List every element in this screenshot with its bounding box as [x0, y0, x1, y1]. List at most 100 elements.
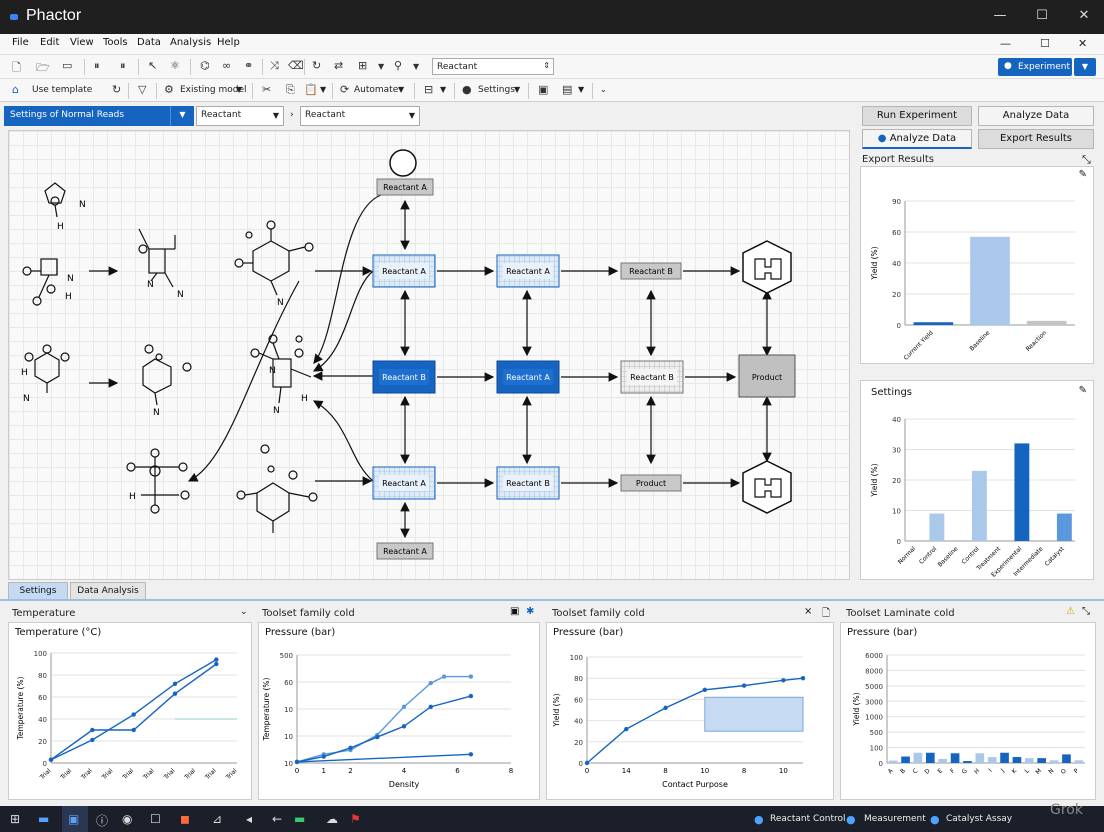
- chevron-down-icon[interactable]: ▼: [236, 85, 242, 94]
- experiment-button[interactable]: ● Experiment: [998, 58, 1072, 76]
- automate-icon[interactable]: ⟳: [340, 83, 349, 96]
- info-icon[interactable]: ⓘ: [96, 812, 108, 829]
- molecule-3[interactable]: [138, 228, 176, 288]
- start-icon[interactable]: ⊞: [10, 812, 20, 826]
- chain-tool-icon[interactable]: ⚭: [244, 59, 253, 72]
- settings-label[interactable]: Settings: [478, 85, 515, 95]
- export-results-button[interactable]: Export Results: [978, 129, 1094, 149]
- flip-icon[interactable]: ⇄: [334, 59, 343, 72]
- arrow-left-icon[interactable]: ←: [272, 812, 282, 826]
- menu-tools[interactable]: Tools: [103, 37, 128, 48]
- molecule-2[interactable]: [22, 258, 58, 306]
- link-tool-icon[interactable]: ∞: [222, 59, 231, 72]
- chevron-down-icon[interactable]: ▼: [514, 85, 520, 94]
- chevron-down-icon[interactable]: ⌄: [600, 85, 607, 94]
- taskbar-item-3[interactable]: Catalyst Assay: [946, 814, 1012, 824]
- doc-close-icon[interactable]: ✕: [1078, 37, 1087, 50]
- edit-icon[interactable]: ✎: [1079, 169, 1087, 180]
- menu-file[interactable]: File: [12, 37, 29, 48]
- analyze-data-button[interactable]: Analyze Data: [978, 106, 1094, 126]
- tab-settings[interactable]: Settings: [8, 582, 68, 599]
- collapse-icon[interactable]: ⤡: [1082, 606, 1090, 617]
- cut-icon[interactable]: ✂: [262, 83, 271, 96]
- settings-gear-icon[interactable]: ⚙: [164, 83, 174, 96]
- pause-icon[interactable]: ⏸: [94, 59, 100, 73]
- reactant-type-select[interactable]: Reactant ▼: [300, 106, 420, 126]
- media-icon[interactable]: ◼: [180, 812, 190, 826]
- chevron-down-icon[interactable]: ▼: [578, 85, 584, 94]
- open-file-icon[interactable]: 🗁: [36, 59, 50, 78]
- molecule-4[interactable]: [24, 344, 70, 393]
- eraser-icon[interactable]: ⌫: [288, 59, 304, 72]
- close-icon[interactable]: ✕: [1074, 8, 1094, 26]
- doc-minimize-icon[interactable]: —: [1000, 37, 1011, 50]
- molecule-9[interactable]: [236, 444, 318, 533]
- pin-icon[interactable]: ⚲: [394, 59, 402, 72]
- chevron-down-icon[interactable]: ▼: [378, 62, 384, 71]
- menu-help[interactable]: Help: [217, 37, 240, 48]
- chevron-down-icon[interactable]: ⌄: [240, 607, 248, 617]
- experiment-dropdown-button[interactable]: ▼: [1074, 58, 1096, 76]
- doc-maximize-icon[interactable]: ☐: [1040, 37, 1050, 50]
- image-icon[interactable]: ▣: [510, 606, 519, 617]
- molecule-1[interactable]: [44, 182, 66, 218]
- analyze-data-tab[interactable]: ● Analyze Data: [862, 129, 972, 149]
- menu-view[interactable]: View: [70, 37, 94, 48]
- arrow-tool-icon[interactable]: ⤨: [270, 59, 279, 73]
- window-icon[interactable]: ▬: [38, 812, 49, 826]
- network-icon[interactable]: ▬: [294, 812, 305, 826]
- taskbar-item-1[interactable]: Reactant Control: [770, 814, 846, 824]
- square-icon[interactable]: ☐: [150, 812, 161, 826]
- table-icon[interactable]: ▤: [562, 83, 572, 96]
- new-file-icon[interactable]: 🗋: [12, 59, 21, 78]
- experiment-selector[interactable]: Settings of Normal Reads ▼: [4, 106, 194, 126]
- stop-icon[interactable]: ⏸: [120, 59, 126, 73]
- paste-icon[interactable]: 📋: [304, 83, 318, 96]
- cloud-icon[interactable]: ☁: [326, 812, 338, 826]
- automate-label[interactable]: Automate: [354, 85, 398, 95]
- chevron-down-icon[interactable]: ▼: [440, 85, 446, 94]
- menu-analysis[interactable]: Analysis: [170, 37, 211, 48]
- save-icon[interactable]: ▭: [62, 59, 72, 72]
- collapse-icon[interactable]: ⤡: [1082, 153, 1091, 167]
- filter-icon[interactable]: ▽: [138, 83, 146, 96]
- minimize-icon[interactable]: —: [990, 8, 1010, 26]
- rotate-icon[interactable]: ↻: [312, 59, 321, 72]
- close-x-icon[interactable]: ⨯: [804, 606, 812, 617]
- refresh-icon[interactable]: ↻: [112, 83, 121, 96]
- grid-icon[interactable]: ⊞: [358, 59, 367, 72]
- pointer-icon[interactable]: ↖: [148, 59, 157, 72]
- chevron-down-icon[interactable]: ▼: [320, 85, 326, 94]
- record-icon[interactable]: ◉: [122, 812, 132, 826]
- bond-tool-icon[interactable]: ⌬: [200, 59, 210, 72]
- document-icon[interactable]: 🗋: [822, 606, 830, 623]
- molecule-7[interactable]: [234, 220, 314, 296]
- warning-icon[interactable]: ⚠: [1066, 606, 1075, 617]
- molecule-6[interactable]: [126, 448, 190, 514]
- molecule-tool-icon[interactable]: ⚛: [170, 59, 180, 72]
- tray-icon[interactable]: ⊿: [212, 812, 222, 826]
- frame-icon[interactable]: ▣: [538, 83, 548, 96]
- molecule-8[interactable]: [250, 334, 312, 404]
- chevron-down-icon[interactable]: ▼: [398, 85, 404, 94]
- maximize-icon[interactable]: ☐: [1032, 8, 1052, 26]
- flag-icon[interactable]: ⚑: [350, 812, 361, 826]
- settings-icon[interactable]: ●: [462, 83, 472, 96]
- pin-icon[interactable]: ✱: [526, 606, 534, 617]
- reactant-filter-select[interactable]: Reactant ▼: [196, 106, 284, 126]
- menu-edit[interactable]: Edit: [40, 37, 59, 48]
- back-icon[interactable]: ◂: [246, 812, 252, 826]
- home-icon[interactable]: ⌂: [12, 83, 19, 96]
- chevron-down-icon[interactable]: ▼: [413, 62, 419, 71]
- reactant-select[interactable]: Reactant ⇕: [432, 58, 554, 75]
- run-experiment-button[interactable]: Run Experiment: [862, 106, 972, 126]
- taskbar-item-2[interactable]: Measurement: [864, 814, 926, 824]
- use-template-label[interactable]: Use template: [32, 85, 92, 95]
- edit-icon[interactable]: ✎: [1079, 385, 1087, 396]
- molecule-5[interactable]: [142, 344, 192, 406]
- menu-data[interactable]: Data: [137, 37, 161, 48]
- copy-icon[interactable]: ⎘: [286, 83, 295, 97]
- layout-icon[interactable]: ⊟: [424, 83, 433, 96]
- reaction-canvas[interactable]: N H N H N N H N N H N N H N Reactant A R…: [8, 130, 850, 580]
- product-hexagon-bottom[interactable]: [742, 460, 792, 514]
